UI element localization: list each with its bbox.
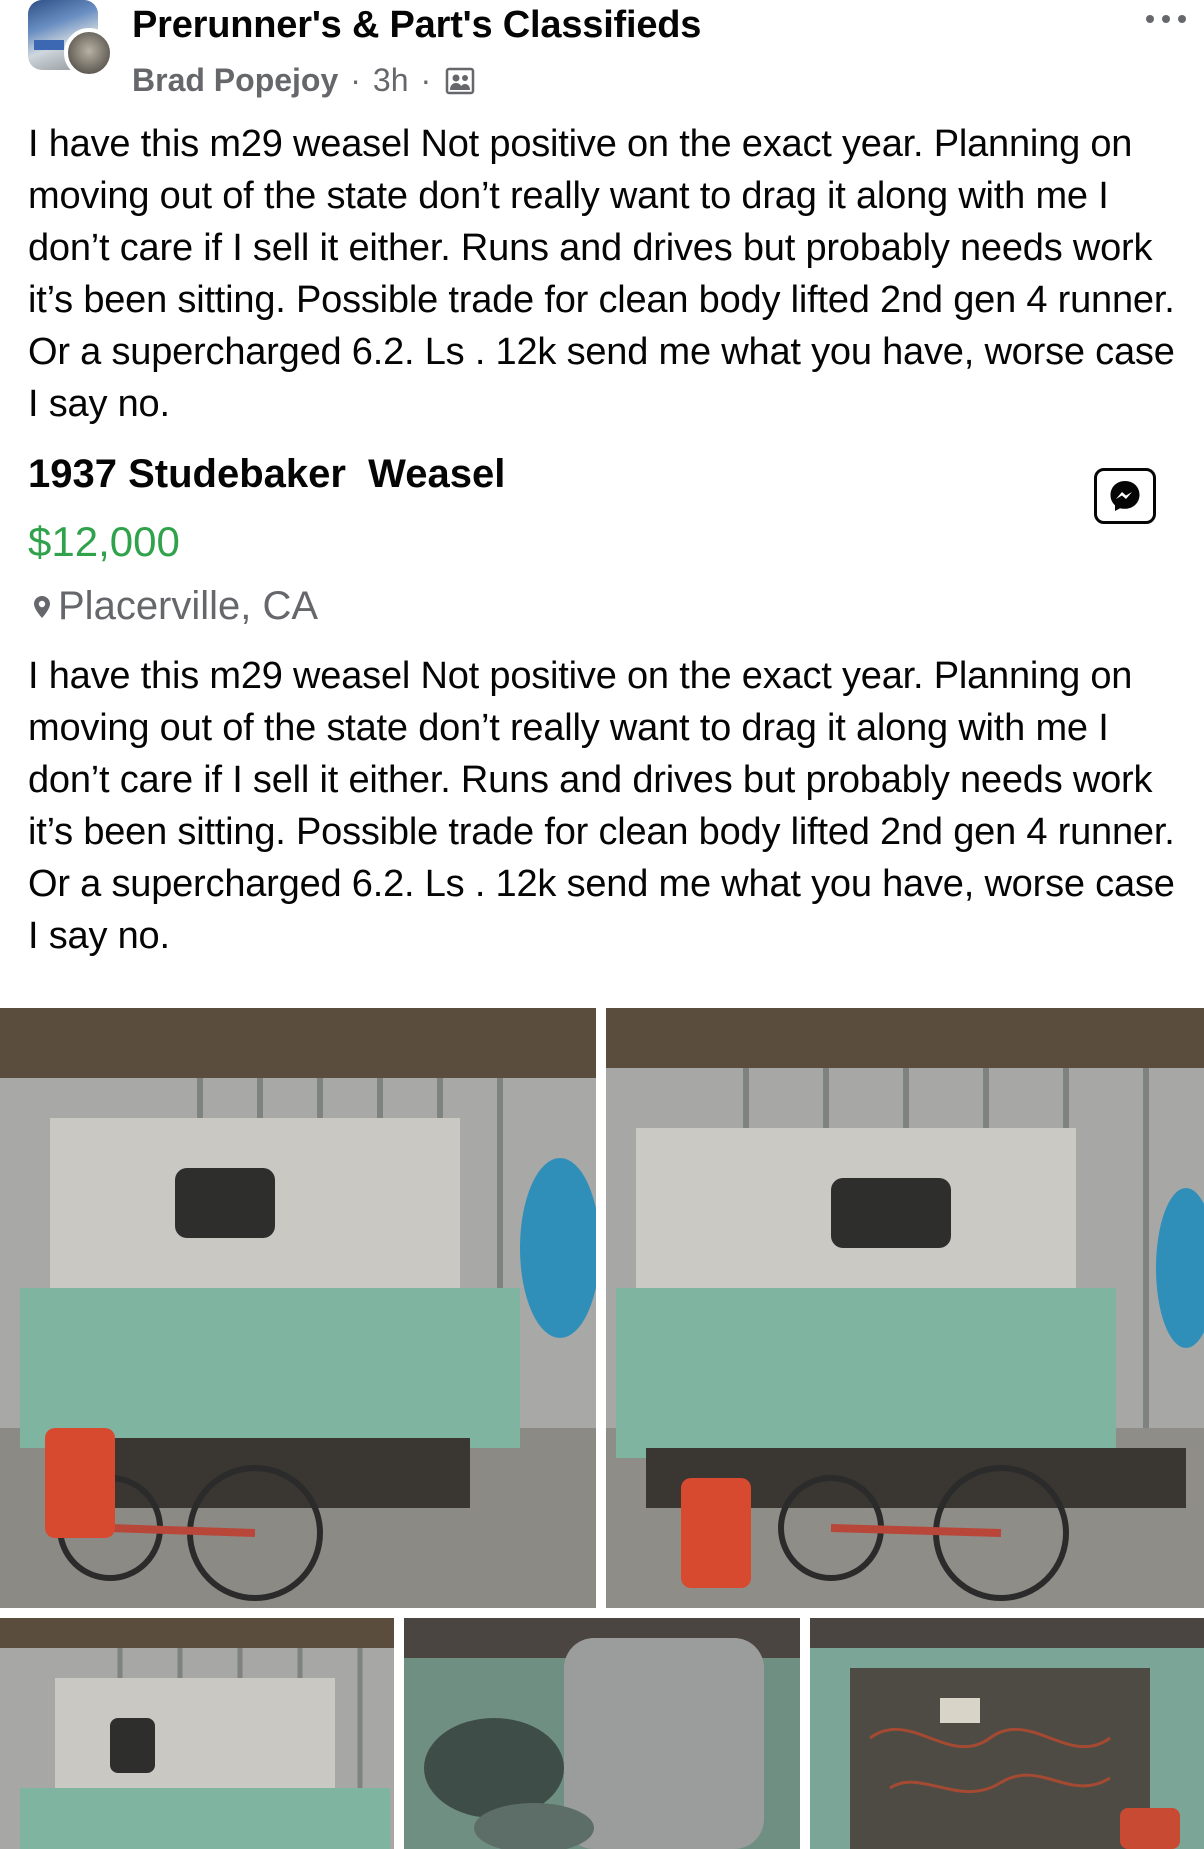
- listing-title[interactable]: 1937 Studebaker Weasel: [28, 452, 505, 497]
- listing-location: Placerville, CA: [32, 584, 318, 629]
- listing-price: $12,000: [28, 518, 180, 565]
- meta-separator: ·: [350, 62, 361, 98]
- more-options-icon[interactable]: [1146, 4, 1186, 34]
- author-avatar[interactable]: [64, 28, 114, 78]
- message-seller-button[interactable]: [1094, 468, 1156, 524]
- post-body-text: I have this m29 weasel Not positive on t…: [28, 123, 1175, 425]
- post-meta: Brad Popejoy · 3h ·: [132, 62, 475, 99]
- location-pin-icon: [34, 595, 50, 618]
- listing-photo-4[interactable]: [404, 1618, 800, 1849]
- meta-separator: ·: [420, 62, 432, 98]
- listing-photo-5[interactable]: [810, 1618, 1204, 1849]
- post-time[interactable]: 3h: [373, 62, 409, 99]
- listing-photo-1[interactable]: [0, 1008, 596, 1608]
- listing-photo-3[interactable]: [0, 1618, 394, 1849]
- post-header: Prerunner's & Part's Classifieds Brad Po…: [28, 0, 1204, 110]
- group-members-icon: [445, 67, 475, 94]
- location-text: Placerville, CA: [58, 584, 319, 628]
- listing-description: I have this m29 weasel Not positive on t…: [28, 655, 1175, 957]
- listing-photo-2[interactable]: [606, 1008, 1204, 1608]
- avatar-group[interactable]: [28, 0, 114, 80]
- group-name[interactable]: Prerunner's & Part's Classifieds: [132, 4, 701, 47]
- messenger-icon: [1110, 481, 1140, 511]
- author-name[interactable]: Brad Popejoy: [132, 62, 338, 99]
